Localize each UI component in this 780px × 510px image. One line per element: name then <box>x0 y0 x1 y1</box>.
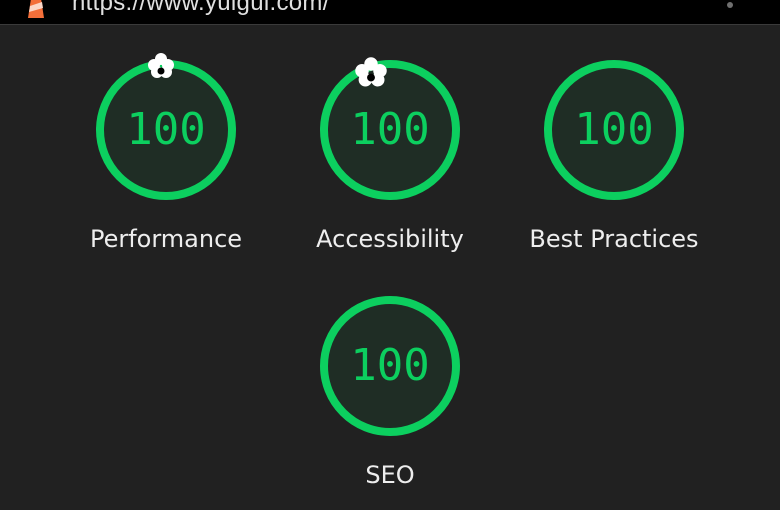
gauge-label: Accessibility <box>316 225 464 253</box>
fireworks-icon <box>355 57 387 87</box>
url-text[interactable]: https://www.yuigui.com/ <box>72 0 330 17</box>
score-value: 100 <box>574 104 654 155</box>
gauge-label: Best Practices <box>529 225 699 253</box>
gauge-seo[interactable]: 100 SEO <box>290 294 490 510</box>
gauge-performance[interactable]: 100 Performance <box>66 58 266 278</box>
score-value: 100 <box>350 104 430 155</box>
gauge-best-practices[interactable]: 100 Best Practices <box>514 58 714 278</box>
gauge-label: SEO <box>365 461 415 489</box>
browser-toolbar: https://www.yuigui.com/ <box>0 0 780 25</box>
gauge-accessibility[interactable]: 100 Accessibility <box>290 58 490 278</box>
kebab-menu-icon[interactable] <box>718 0 742 24</box>
gauge-label: Performance <box>89 225 243 253</box>
fireworks-icon <box>148 53 174 78</box>
lighthouse-icon <box>28 0 44 18</box>
score-value: 100 <box>350 340 430 391</box>
score-value: 100 <box>126 104 206 155</box>
